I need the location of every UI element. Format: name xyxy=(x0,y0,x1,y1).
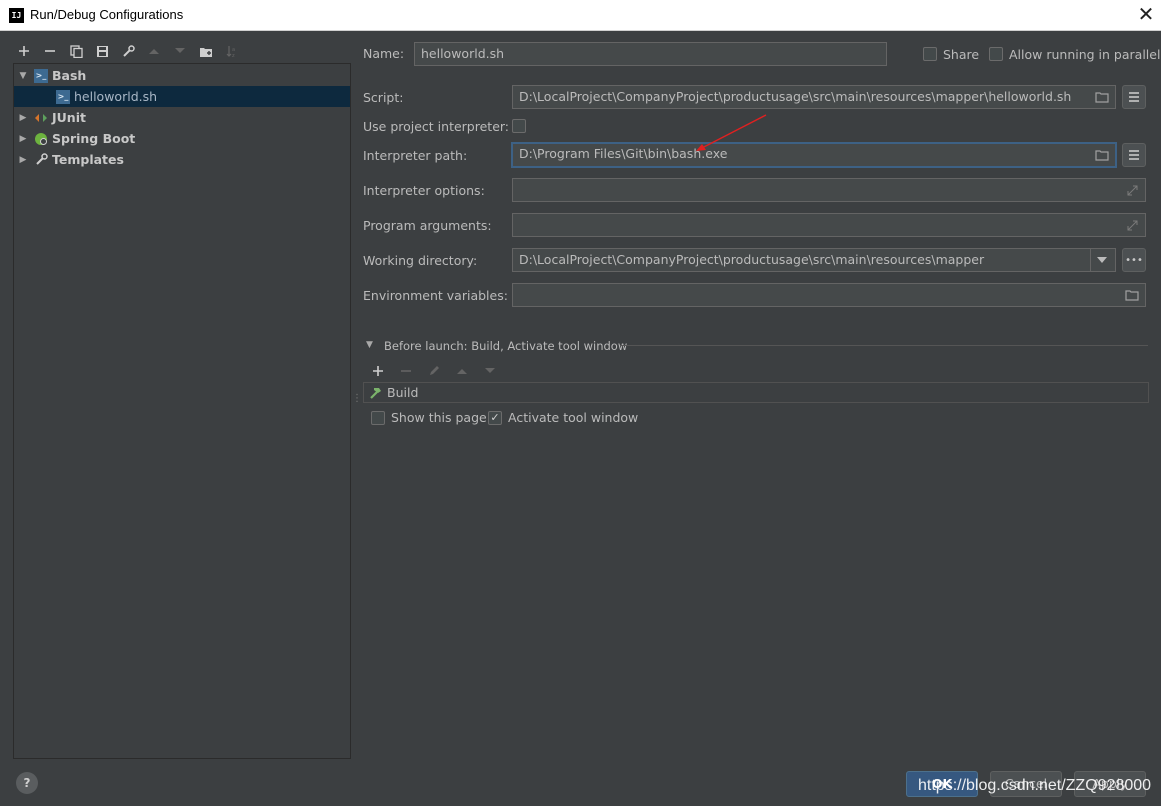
working-directory-field[interactable]: D:\LocalProject\CompanyProject\productus… xyxy=(512,248,1116,272)
dialog-body: az ▼ >_ Bash >_ helloworld.sh ▶ JUnit ▶ … xyxy=(0,31,1161,806)
splitter-handle[interactable]: ⋮ xyxy=(352,393,362,404)
title-bar: IJ Run/Debug Configurations ✕ xyxy=(0,0,1161,31)
expand-icon[interactable] xyxy=(1124,182,1140,198)
close-button[interactable]: ✕ xyxy=(1131,0,1161,30)
program-arguments-label: Program arguments: xyxy=(363,218,492,233)
configuration-tree: ▼ >_ Bash >_ helloworld.sh ▶ JUnit ▶ Spr… xyxy=(13,63,351,759)
interpreter-path-label: Interpreter path: xyxy=(363,148,468,163)
interpreter-options-label: Interpreter options: xyxy=(363,183,485,198)
chevron-down-icon[interactable]: ▼ xyxy=(366,340,373,350)
sort-icon[interactable]: az xyxy=(222,41,242,61)
working-directory-label: Working directory: xyxy=(363,253,478,268)
section-divider xyxy=(620,345,1148,346)
tree-item-label: Bash xyxy=(52,68,87,83)
chevron-down-icon[interactable]: ▼ xyxy=(16,71,30,81)
tree-item-spring-boot[interactable]: ▶ Spring Boot xyxy=(14,128,350,149)
help-button[interactable]: ? xyxy=(16,772,38,794)
script-menu-button[interactable] xyxy=(1122,85,1146,109)
wrench-icon[interactable] xyxy=(118,41,138,61)
script-value: D:\LocalProject\CompanyProject\productus… xyxy=(519,89,1072,104)
chevron-right-icon[interactable]: ▶ xyxy=(16,155,30,165)
interpreter-menu-button[interactable] xyxy=(1122,143,1146,167)
tree-item-label: JUnit xyxy=(52,110,86,125)
remove-icon[interactable] xyxy=(40,41,60,61)
before-launch-task-build[interactable]: Build xyxy=(363,382,1149,403)
script-label: Script: xyxy=(363,90,404,105)
environment-variables-label: Environment variables: xyxy=(363,288,508,303)
environment-variables-field[interactable] xyxy=(512,283,1146,307)
tree-item-label: helloworld.sh xyxy=(74,89,158,104)
show-this-page-checkbox[interactable] xyxy=(371,411,385,425)
show-this-page-label: Show this page xyxy=(391,410,487,425)
copy-icon[interactable] xyxy=(66,41,86,61)
move-task-up-icon[interactable] xyxy=(452,361,472,381)
tree-item-bash[interactable]: ▼ >_ Bash xyxy=(14,65,350,86)
bash-icon: >_ xyxy=(56,89,70,104)
bash-icon: >_ xyxy=(34,68,48,83)
activate-tool-window-label: Activate tool window xyxy=(508,410,639,425)
remove-task-icon[interactable] xyxy=(396,361,416,381)
working-directory-value: D:\LocalProject\CompanyProject\productus… xyxy=(519,252,985,267)
ellipsis-icon: ••• xyxy=(1125,254,1143,266)
allow-parallel-checkbox[interactable] xyxy=(989,47,1003,61)
dropdown-divider xyxy=(1090,249,1091,271)
tree-item-label: Templates xyxy=(52,152,124,167)
save-icon[interactable] xyxy=(92,41,112,61)
chevron-down-icon[interactable] xyxy=(1094,252,1110,268)
checkmark-icon: ✓ xyxy=(490,411,500,424)
spring-boot-icon xyxy=(34,132,48,146)
svg-text:z: z xyxy=(232,53,235,58)
junit-icon xyxy=(34,111,48,125)
hammer-icon xyxy=(368,386,382,400)
move-up-icon[interactable] xyxy=(144,41,164,61)
expand-icon[interactable] xyxy=(1124,217,1140,233)
browse-button[interactable]: ••• xyxy=(1122,248,1146,272)
task-label: Build xyxy=(387,385,419,400)
edit-task-icon[interactable] xyxy=(424,361,444,381)
config-toolbar: az xyxy=(14,41,242,61)
intellij-icon: IJ xyxy=(9,8,24,23)
wrench-icon xyxy=(34,153,48,167)
before-launch-toolbar xyxy=(368,361,500,381)
share-label: Share xyxy=(943,47,980,62)
move-down-icon[interactable] xyxy=(170,41,190,61)
chevron-right-icon[interactable]: ▶ xyxy=(16,113,30,123)
script-field[interactable]: D:\LocalProject\CompanyProject\productus… xyxy=(512,85,1116,109)
watermark: https://blog.csdn.net/ZZQ928000 xyxy=(918,777,1152,794)
window-title: Run/Debug Configurations xyxy=(30,7,184,22)
folder-add-icon[interactable] xyxy=(196,41,216,61)
tree-item-junit[interactable]: ▶ JUnit xyxy=(14,107,350,128)
add-task-icon[interactable] xyxy=(368,361,388,381)
allow-parallel-label: Allow running in parallel xyxy=(1009,47,1161,62)
interpreter-path-field[interactable]: D:\Program Files\Git\bin\bash.exe xyxy=(511,142,1117,168)
use-project-interpreter-label: Use project interpreter: xyxy=(363,119,510,134)
folder-icon[interactable] xyxy=(1124,287,1140,303)
interpreter-options-field[interactable] xyxy=(512,178,1146,202)
chevron-right-icon[interactable]: ▶ xyxy=(16,134,30,144)
name-input[interactable]: helloworld.sh xyxy=(414,42,887,66)
name-label: Name: xyxy=(363,46,405,61)
program-arguments-field[interactable] xyxy=(512,213,1146,237)
use-project-interpreter-checkbox[interactable] xyxy=(512,119,526,133)
add-icon[interactable] xyxy=(14,41,34,61)
folder-icon[interactable] xyxy=(1094,89,1110,105)
tree-item-helloworld[interactable]: >_ helloworld.sh xyxy=(14,86,350,107)
tree-item-label: Spring Boot xyxy=(52,131,136,146)
move-task-down-icon[interactable] xyxy=(480,361,500,381)
annotation-arrow-icon xyxy=(696,114,767,151)
activate-tool-window-checkbox[interactable]: ✓ xyxy=(488,411,502,425)
before-launch-header[interactable]: Before launch: Build, Activate tool wind… xyxy=(384,339,627,353)
folder-icon[interactable] xyxy=(1094,147,1110,163)
share-checkbox[interactable] xyxy=(923,47,937,61)
tree-item-templates[interactable]: ▶ Templates xyxy=(14,149,350,170)
